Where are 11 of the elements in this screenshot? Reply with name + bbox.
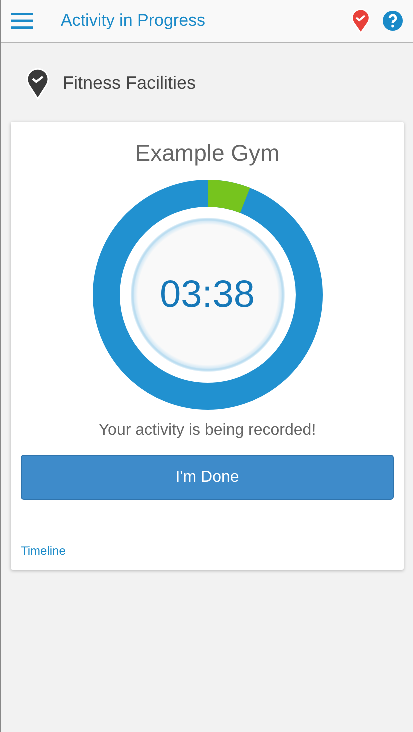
check-pin-icon: [26, 66, 50, 100]
check-pin-icon[interactable]: [351, 8, 371, 34]
status-text: Your activity is being recorded!: [98, 422, 316, 440]
section-title: Fitness Facilities: [63, 72, 196, 94]
menu-icon[interactable]: [11, 13, 33, 29]
done-button[interactable]: I'm Done: [21, 455, 394, 500]
timeline-link[interactable]: Timeline: [21, 544, 66, 558]
page-title: Activity in Progress: [61, 11, 207, 31]
help-icon[interactable]: [383, 11, 403, 31]
gym-name: Example Gym: [135, 140, 280, 167]
elapsed-time: 03:38: [158, 274, 256, 317]
